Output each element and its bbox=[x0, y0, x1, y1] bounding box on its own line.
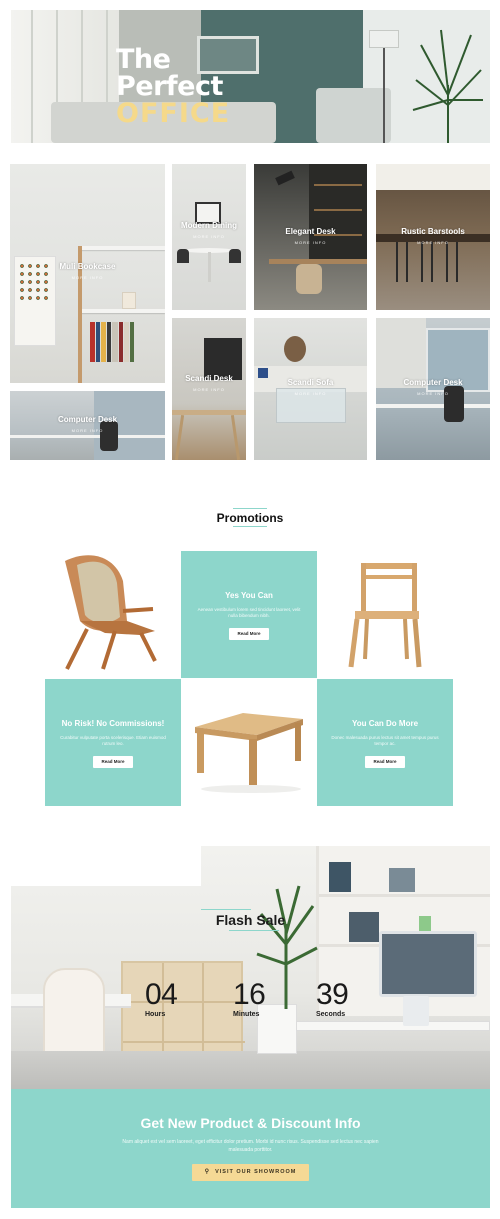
promo-image-lounge-chair bbox=[45, 551, 181, 678]
more-info-link[interactable]: MORE INFO bbox=[376, 240, 490, 245]
flash-sale-title: Flash Sale bbox=[215, 912, 286, 928]
gallery-tile-name: Scandi Sofa bbox=[287, 378, 334, 387]
hero-armchair bbox=[316, 88, 391, 143]
countdown-seconds-value: 39 bbox=[316, 978, 349, 1011]
promo-block-no-risk: No Risk! No Commissions! Curabitur vulpu… bbox=[45, 679, 181, 806]
gallery-tile-computer-desk-right[interactable]: Computer Desk MORE INFO bbox=[376, 318, 490, 460]
gallery-tile-muli-bookcase[interactable]: Muli Bookcase MORE INFO bbox=[10, 164, 165, 383]
read-more-button[interactable]: Read More bbox=[229, 628, 269, 640]
hero-title-line1: The bbox=[116, 44, 171, 75]
wooden-chair-icon bbox=[348, 563, 422, 668]
read-more-button[interactable]: Read More bbox=[93, 756, 133, 768]
flash-divider-bottom bbox=[229, 930, 279, 931]
promo-image-wooden-chair bbox=[317, 551, 453, 678]
more-info-link[interactable]: MORE INFO bbox=[254, 391, 367, 396]
gallery-tile-scandi-desk[interactable]: Scandi Desk MORE INFO bbox=[172, 318, 246, 460]
hero-title: The Perfect OFFICE bbox=[116, 46, 230, 127]
visit-showroom-button[interactable]: ⚲ VISIT OUR SHOWROOM bbox=[192, 1164, 309, 1181]
countdown-minutes-value: 16 bbox=[233, 978, 266, 1011]
visit-showroom-label: VISIT OUR SHOWROOM bbox=[215, 1169, 297, 1175]
promo-image-coffee-table bbox=[181, 679, 317, 806]
more-info-link[interactable]: MORE INFO bbox=[172, 234, 246, 239]
map-pin-icon: ⚲ bbox=[204, 1169, 211, 1175]
hero-banner: The Perfect OFFICE bbox=[11, 10, 490, 143]
gallery-tile-computer-desk-left[interactable]: Computer Desk MORE INFO bbox=[10, 391, 165, 460]
flash-desk-right bbox=[296, 1021, 490, 1031]
hero-title-line3: OFFICE bbox=[116, 98, 231, 129]
lounge-chair-icon bbox=[65, 555, 157, 670]
hero-plant-icon bbox=[412, 29, 483, 143]
gallery-tile-name: Elegant Desk bbox=[285, 227, 336, 236]
countdown-hours-label: Hours bbox=[145, 1011, 166, 1018]
promo-block-text: Curabitur vulputate porta scelerisque. E… bbox=[60, 735, 166, 746]
promotions-divider-bottom bbox=[233, 526, 267, 527]
promo-block-text: Donec malesuada purus lectus sit amet te… bbox=[331, 735, 439, 746]
more-info-link[interactable]: MORE INFO bbox=[10, 428, 165, 433]
monitor-icon bbox=[379, 931, 477, 997]
more-info-link[interactable]: MORE INFO bbox=[376, 391, 490, 396]
promo-block-text: Aenean vestibulum lorem sed tincidunt la… bbox=[197, 607, 301, 618]
gallery-tile-modern-dining[interactable]: Modern Dining MORE INFO bbox=[172, 164, 246, 310]
gallery-tile-name: Muli Bookcase bbox=[59, 262, 116, 271]
promotions-title: Promotions bbox=[216, 511, 284, 525]
countdown-minutes-label: Minutes bbox=[233, 1011, 260, 1018]
newsletter-section: Get New Product & Discount Info Nam aliq… bbox=[11, 1089, 490, 1208]
flash-divider-top bbox=[201, 909, 251, 910]
newsletter-text: Nam aliquet est vel sem laoreet, eget ef… bbox=[122, 1139, 379, 1153]
flash-sale-section: Flash Sale 04 Hours 16 Minutes 39 Second… bbox=[11, 846, 490, 1089]
promotions-divider-top bbox=[233, 508, 267, 509]
gallery-tile-name: Modern Dining bbox=[181, 221, 237, 230]
promo-block-title: No Risk! No Commissions! bbox=[61, 719, 165, 728]
gallery-tile-name: Rustic Barstools bbox=[401, 227, 465, 236]
hero-lamp-stem bbox=[383, 48, 385, 143]
newsletter-title: Get New Product & Discount Info bbox=[140, 1115, 361, 1131]
promo-block-you-can-do-more: You Can Do More Donec malesuada purus le… bbox=[317, 679, 453, 806]
more-info-link[interactable]: MORE INFO bbox=[172, 387, 246, 392]
promo-block-yes-you-can: Yes You Can Aenean vestibulum lorem sed … bbox=[181, 551, 317, 678]
read-more-button[interactable]: Read More bbox=[365, 756, 405, 768]
countdown-seconds-label: Seconds bbox=[316, 1011, 346, 1018]
promo-block-title: Yes You Can bbox=[225, 591, 273, 600]
coffee-table-icon bbox=[195, 713, 303, 793]
countdown-seconds: 39 Seconds bbox=[316, 978, 349, 1019]
countdown-hours-value: 04 bbox=[145, 978, 178, 1011]
flash-floor bbox=[11, 1051, 490, 1089]
hero-title-line2: Perfect bbox=[116, 71, 223, 102]
countdown-hours: 04 Hours bbox=[145, 978, 178, 1019]
promo-block-title: You Can Do More bbox=[351, 719, 419, 728]
gallery-tile-name: Scandi Desk bbox=[185, 374, 233, 383]
more-info-link[interactable]: MORE INFO bbox=[10, 275, 165, 280]
hero-lamp bbox=[369, 30, 399, 48]
gallery-tile-elegant-desk[interactable]: Elegant Desk MORE INFO bbox=[254, 164, 367, 310]
gallery-tile-name: Computer Desk bbox=[403, 378, 463, 387]
flash-window bbox=[11, 846, 201, 886]
countdown-minutes: 16 Minutes bbox=[233, 978, 266, 1019]
gallery-tile-scandi-sofa[interactable]: Scandi Sofa MORE INFO bbox=[254, 318, 367, 460]
gallery-tile-rustic-barstools[interactable]: Rustic Barstools MORE INFO bbox=[376, 164, 490, 310]
gallery-tile-name: Computer Desk bbox=[57, 415, 118, 424]
more-info-link[interactable]: MORE INFO bbox=[254, 240, 367, 245]
flash-monitor-stand bbox=[403, 996, 429, 1026]
